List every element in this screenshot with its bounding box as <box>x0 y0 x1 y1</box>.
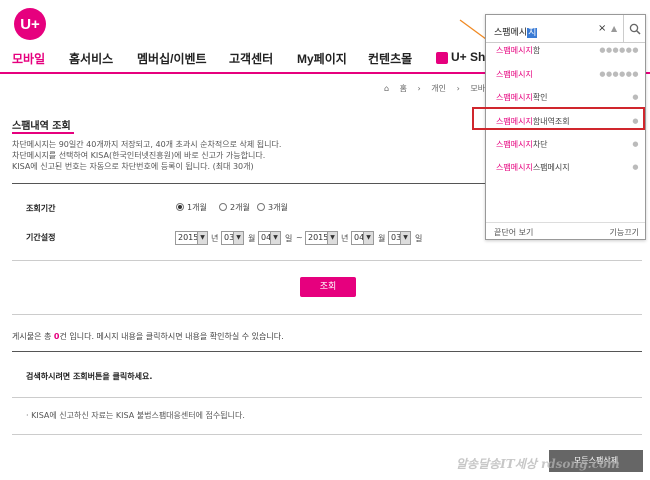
chevron-down-icon: ▼ <box>233 232 243 244</box>
result-suffix: 건 입니다. 메시지 내용을 클릭하시면 내용을 확인하실 수 있습니다. <box>59 332 284 341</box>
search-input-wrap: 스팸메시지 × ▲ <box>486 15 645 43</box>
period-radio-1m[interactable]: 1개월 <box>176 202 207 213</box>
nav-item-home-service[interactable]: 홈서비스 <box>69 50 113 67</box>
radio-icon <box>257 203 265 211</box>
period-option-label: 1개월 <box>187 203 207 212</box>
to-day-select[interactable]: 03 ▼ <box>388 231 411 245</box>
desc-line: KISA에 신고된 번호는 자동으로 차단번호에 등록이 됩니다. (최대 30… <box>12 162 254 171</box>
range-label: 기간설정 <box>26 233 56 242</box>
breadcrumb-sep: › <box>417 84 421 93</box>
home-icon[interactable]: ⌂ <box>384 84 389 93</box>
to-year-select[interactable]: 2015 ▼ <box>305 231 338 245</box>
item-rest: 함 <box>532 46 541 55</box>
from-day-select[interactable]: 04 ▼ <box>258 231 281 245</box>
close-icon[interactable]: × <box>598 23 606 34</box>
nav-item-membership[interactable]: 멤버십/이벤트 <box>137 50 207 67</box>
from-year-value: 2015 <box>178 233 199 242</box>
autocomplete-footer: 끝단어 보기 기능끄기 <box>486 222 645 240</box>
range-tilde: ~ <box>296 233 303 242</box>
popularity-dots: ●●●●●● <box>599 70 639 78</box>
desc-line: 차단메시지는 90일간 40개까지 저장되고, 40개 초과시 순차적으로 삭제… <box>12 140 282 149</box>
annotation-highlight-box <box>472 107 645 130</box>
search-input-composing: 지 <box>527 28 538 38</box>
search-autocomplete-panel: 스팸메시지 × ▲ 스팸메시지함 ●●●●●● 스팸메시지 ●●●●●● 스팸메… <box>472 14 646 240</box>
shopping-bag-icon <box>436 51 448 64</box>
search-input[interactable]: 스팸메시지 <box>494 25 538 38</box>
empty-notice: 검색하시려면 조회버튼을 클릭하세요. <box>26 372 153 381</box>
chevron-up-icon[interactable]: ▲ <box>611 24 617 33</box>
table-top-divider <box>12 351 642 352</box>
item-rest: 확인 <box>532 93 548 102</box>
item-rest: 스팸메시지 <box>532 163 570 172</box>
unit-month: 월 <box>248 234 256 243</box>
disable-autocomplete-link[interactable]: 기능끄기 <box>610 227 639 238</box>
desc-line: 차단메시지를 선택하여 KISA(한국인터넷진흥원)에 바로 신고가 가능합니다… <box>12 151 266 160</box>
popularity-dots: ● <box>632 140 639 148</box>
nav-item-mobile[interactable]: 모바일 <box>12 50 45 67</box>
search-button[interactable]: 조회 <box>300 277 356 297</box>
breadcrumb: ⌂ 홈 › 개인 › 모바일 <box>384 83 500 94</box>
item-highlight: 스팸메시지 <box>496 140 533 149</box>
unit-day: 일 <box>415 234 423 243</box>
autocomplete-item[interactable]: 스팸메시지 <box>496 69 533 80</box>
item-highlight: 스팸메시지 <box>496 46 533 55</box>
page-description: 차단메시지는 90일간 40개까지 저장되고, 40개 초과시 순차적으로 삭제… <box>12 139 482 172</box>
period-radio-2m[interactable]: 2개월 <box>219 202 250 213</box>
item-highlight: 스팸메시지 <box>496 163 533 172</box>
chevron-down-icon: ▼ <box>363 232 373 244</box>
popularity-dots: ● <box>632 93 639 101</box>
unit-year: 년 <box>211 234 219 243</box>
result-summary: 게시물은 총 0건 입니다. 메시지 내용을 클릭하시면 내용을 확인하실 수 … <box>12 331 284 342</box>
radio-selected-icon <box>176 203 184 211</box>
from-year-select[interactable]: 2015 ▼ <box>175 231 208 245</box>
unit-day: 일 <box>285 234 293 243</box>
nav-item-customer-center[interactable]: 고객센터 <box>229 50 273 67</box>
radio-icon <box>219 203 227 211</box>
autocomplete-item[interactable]: 스팸메시지함 <box>496 45 540 56</box>
brand-logo[interactable]: U+ <box>14 8 46 40</box>
show-suffix-link[interactable]: 끝단어 보기 <box>494 227 533 238</box>
nav-item-mypage[interactable]: My페이지 <box>297 50 347 67</box>
search-input-value: 스팸메시 <box>494 28 528 38</box>
chevron-down-icon: ▼ <box>270 232 280 244</box>
to-month-select[interactable]: 04 ▼ <box>351 231 374 245</box>
item-highlight: 스팸메시지 <box>496 70 533 79</box>
table-bottom-divider <box>12 397 642 398</box>
period-label: 조회기간 <box>26 204 56 213</box>
breadcrumb-sep: › <box>456 84 460 93</box>
result-prefix: 게시물은 총 <box>12 332 54 341</box>
nav-item-contents-mall[interactable]: 컨텐츠몰 <box>368 50 412 67</box>
breadcrumb-home[interactable]: 홈 <box>400 84 407 93</box>
period-option-label: 3개월 <box>268 203 288 212</box>
divider <box>12 314 642 315</box>
search-icon <box>629 23 641 35</box>
chevron-down-icon: ▼ <box>327 232 337 244</box>
footer-divider <box>12 434 642 435</box>
autocomplete-item[interactable]: 스팸메시지차단 <box>496 139 548 150</box>
item-highlight: 스팸메시지 <box>496 93 533 102</box>
page-title: 스팸내역 조회 <box>12 121 71 132</box>
chevron-down-icon: ▼ <box>197 232 207 244</box>
kisa-note: · KISA에 신고하신 자료는 KISA 불법스팸대응센터에 접수됩니다. <box>26 411 245 420</box>
title-underline <box>12 132 74 134</box>
watermark: 알송달송IT세상 rdsong.com <box>456 457 620 471</box>
breadcrumb-personal[interactable]: 개인 <box>431 84 446 93</box>
item-rest: 차단 <box>532 140 548 149</box>
autocomplete-item[interactable]: 스팸메시지확인 <box>496 92 548 103</box>
to-year-value: 2015 <box>308 233 329 242</box>
autocomplete-item[interactable]: 스팸메시지스팸메시지 <box>496 162 570 173</box>
period-radio-3m[interactable]: 3개월 <box>257 202 288 213</box>
unit-month: 월 <box>378 234 386 243</box>
popularity-dots: ●●●●●● <box>599 46 639 54</box>
popularity-dots: ● <box>632 163 639 171</box>
period-option-label: 2개월 <box>230 203 250 212</box>
form-bottom-divider <box>12 260 642 261</box>
from-month-select[interactable]: 03 ▼ <box>221 231 244 245</box>
chevron-down-icon: ▼ <box>400 232 410 244</box>
unit-year: 년 <box>341 234 349 243</box>
search-button-icon-wrap[interactable] <box>623 15 645 42</box>
